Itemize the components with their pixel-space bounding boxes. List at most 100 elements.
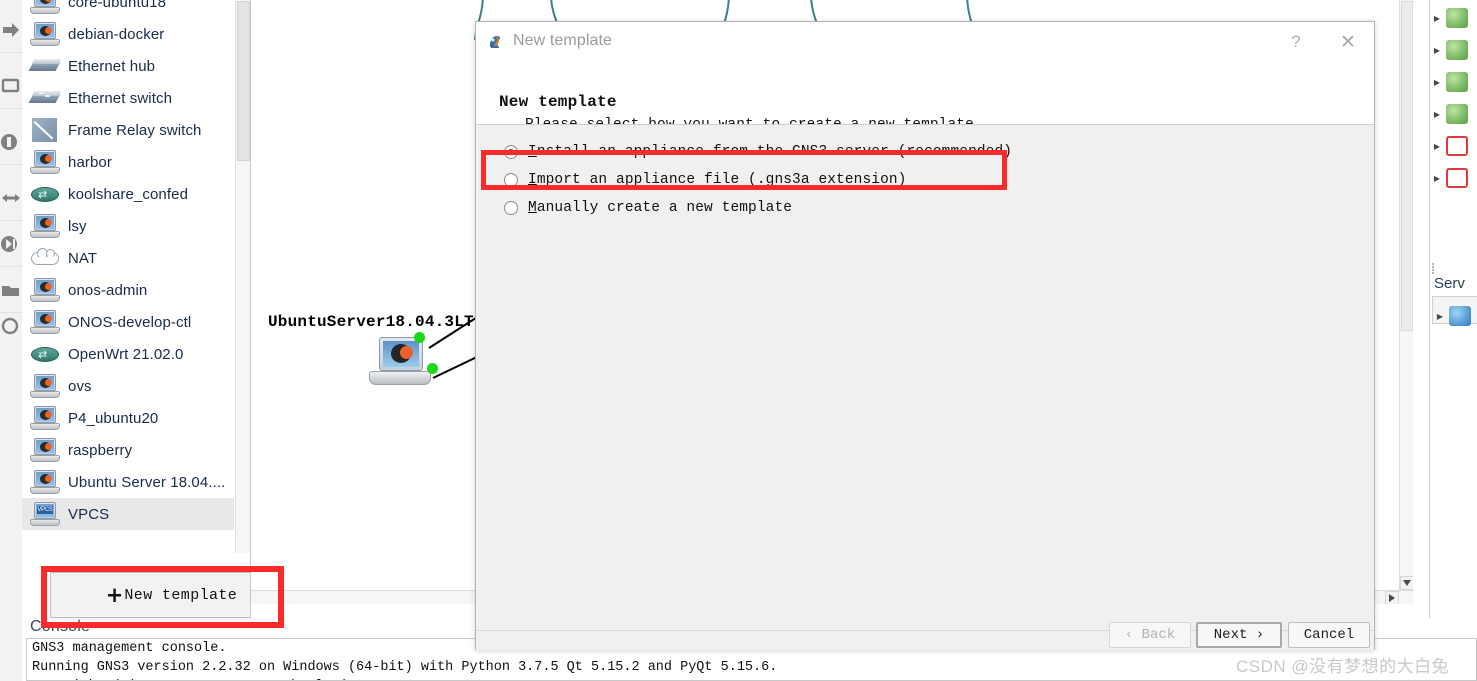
- device-list-item[interactable]: P4_ubuntu20: [22, 402, 234, 434]
- device-list-item[interactable]: core-ubuntu18: [22, 0, 234, 18]
- sidebar-scrollbar[interactable]: [235, 0, 250, 553]
- close-icon[interactable]: ✕: [1334, 30, 1362, 54]
- tree-row[interactable]: ▶: [1430, 130, 1477, 162]
- left-toolbar: [0, 0, 23, 681]
- next-button[interactable]: Next ›: [1196, 622, 1282, 648]
- device-list-item[interactable]: onos-admin: [22, 274, 234, 306]
- device-list-item[interactable]: ONOS-develop-ctl: [22, 306, 234, 338]
- watermark: CSDN @没有梦想的大白兔: [1236, 657, 1450, 676]
- computer-node-icon[interactable]: [369, 337, 431, 395]
- chevron-right-icon[interactable]: ▶: [1430, 46, 1444, 55]
- device-list-item[interactable]: Frame Relay switch: [22, 114, 234, 146]
- chevron-right-icon[interactable]: ▶: [1433, 312, 1447, 321]
- computer-icon: [28, 404, 62, 432]
- device-list-item-label: Ubuntu Server 18.04....: [68, 473, 226, 491]
- frame-relay-icon: [28, 116, 62, 144]
- servers-row[interactable]: ▶: [1432, 296, 1477, 326]
- computer-icon: [28, 468, 62, 496]
- device-list-item-label: onos-admin: [68, 281, 148, 299]
- radio-mark[interactable]: [504, 145, 518, 159]
- device-list-item-label: debian-docker: [68, 25, 165, 43]
- chevron-right-icon[interactable]: ▶: [1430, 174, 1444, 183]
- back-button[interactable]: ‹ Back: [1109, 622, 1191, 648]
- port-status-dot: [427, 363, 438, 374]
- next-button-label: Next ›: [1213, 627, 1265, 643]
- device-list-item[interactable]: NAT: [22, 242, 234, 274]
- radio-label-rest: nstall an appliance from the GNS3 server…: [536, 144, 1013, 160]
- radio-option-import-appliance[interactable]: Import an appliance file (.gns3a extensi…: [504, 172, 906, 188]
- tree-row[interactable]: ▶: [1430, 66, 1477, 98]
- sidebar-scrollbar-thumb[interactable]: [237, 1, 250, 161]
- device-list-item[interactable]: Ethernet switch: [22, 82, 234, 114]
- chevron-right-icon[interactable]: ▶: [1430, 142, 1444, 151]
- dialog-header-title: New template: [499, 93, 617, 111]
- cancel-button-label: Cancel: [1303, 627, 1355, 643]
- device-list-item[interactable]: ⇄ koolshare_confed: [22, 178, 234, 210]
- scroll-right-arrow-icon[interactable]: [1385, 591, 1399, 604]
- circle-pause-icon[interactable]: [0, 120, 22, 165]
- device-list-item[interactable]: Ethernet hub: [22, 50, 234, 82]
- node-status-icon: [1446, 168, 1468, 188]
- device-list-item[interactable]: ovs: [22, 370, 234, 402]
- device-list-item[interactable]: Ubuntu Server 18.04....: [22, 466, 234, 498]
- computer-icon: [28, 372, 62, 400]
- canvas-vertical-scrollbar[interactable]: [1399, 0, 1413, 604]
- dialog-titlebar: New template ? ✕: [476, 22, 1374, 61]
- radio-label: Manually create a new template: [528, 200, 792, 216]
- device-list-item[interactable]: lsy: [22, 210, 234, 242]
- tree-row[interactable]: ▶: [1430, 162, 1477, 194]
- radio-option-manual-template[interactable]: Manually create a new template: [504, 200, 792, 216]
- port-status-dot: [414, 332, 425, 343]
- radio-label-rest: anually create a new template: [536, 200, 793, 216]
- monitor-icon[interactable]: [0, 64, 22, 109]
- chevron-right-icon[interactable]: ▶: [1430, 110, 1444, 119]
- device-list-item[interactable]: raspberry: [22, 434, 234, 466]
- step-icon[interactable]: [0, 222, 22, 267]
- chevron-right-icon[interactable]: ▶: [1430, 78, 1444, 87]
- node-label: UbuntuServer18.04.3LT: [268, 313, 474, 331]
- router-icon: ⇄: [28, 180, 62, 208]
- radio-mark[interactable]: [504, 201, 518, 215]
- dialog-header: New template Please select how you want …: [476, 61, 1374, 133]
- panel-splitter-handle[interactable]: [1432, 262, 1442, 274]
- tree-row[interactable]: ▶: [1430, 34, 1477, 66]
- canvas-vscroll-thumb[interactable]: [1401, 1, 1413, 331]
- node-status-icon: [1446, 104, 1468, 124]
- node-status-icon: [1446, 136, 1468, 156]
- device-list-item[interactable]: ⇄ OpenWrt 21.02.0: [22, 338, 234, 370]
- scroll-down-arrow-icon[interactable]: [1400, 576, 1413, 590]
- plus-icon: +: [105, 582, 124, 607]
- radio-mnemonic: I: [528, 144, 537, 160]
- device-list-item-label: ovs: [68, 377, 92, 395]
- console-title: Console: [30, 618, 91, 635]
- device-template-list[interactable]: core-ubuntu18 debian-docker Ethernet hub Et…: [22, 0, 234, 539]
- device-list-item-label: VPCS: [68, 505, 110, 523]
- new-template-button[interactable]: + New template: [50, 572, 250, 618]
- arrow-right-icon[interactable]: [0, 8, 22, 53]
- back-button-label: ‹ Back: [1124, 627, 1176, 643]
- cancel-button[interactable]: Cancel: [1288, 622, 1370, 648]
- computer-icon: [28, 308, 62, 336]
- help-icon[interactable]: ?: [1282, 30, 1310, 54]
- bidirectional-arrow-icon[interactable]: [0, 176, 22, 221]
- device-list-item[interactable]: VPCS VPCS: [22, 498, 234, 530]
- tree-row[interactable]: ▶: [1430, 98, 1477, 130]
- device-list-item-label: koolshare_confed: [68, 185, 189, 203]
- computer-icon: [28, 20, 62, 48]
- chevron-right-icon[interactable]: ▶: [1430, 14, 1444, 23]
- device-list-item-label: raspberry: [68, 441, 133, 459]
- console-line: Copyright (c) 2006-2022 GNS3 Technologie…: [27, 677, 1476, 680]
- circle-icon[interactable]: [0, 304, 22, 348]
- device-list-item-label: ONOS-develop-ctl: [68, 313, 192, 331]
- device-list-item[interactable]: debian-docker: [22, 18, 234, 50]
- computer-icon: [28, 212, 62, 240]
- tree-row[interactable]: ▶: [1430, 2, 1477, 34]
- switch-icon: [28, 84, 62, 112]
- cloud-icon: [28, 244, 62, 272]
- computer-icon: [28, 436, 62, 464]
- radio-option-install-appliance[interactable]: Install an appliance from the GNS3 serve…: [504, 144, 1012, 160]
- radio-mark[interactable]: [504, 173, 518, 187]
- tree-row[interactable]: ▶: [1433, 300, 1477, 332]
- vpcs-icon: VPCS: [28, 500, 62, 528]
- device-list-item[interactable]: harbor: [22, 146, 234, 178]
